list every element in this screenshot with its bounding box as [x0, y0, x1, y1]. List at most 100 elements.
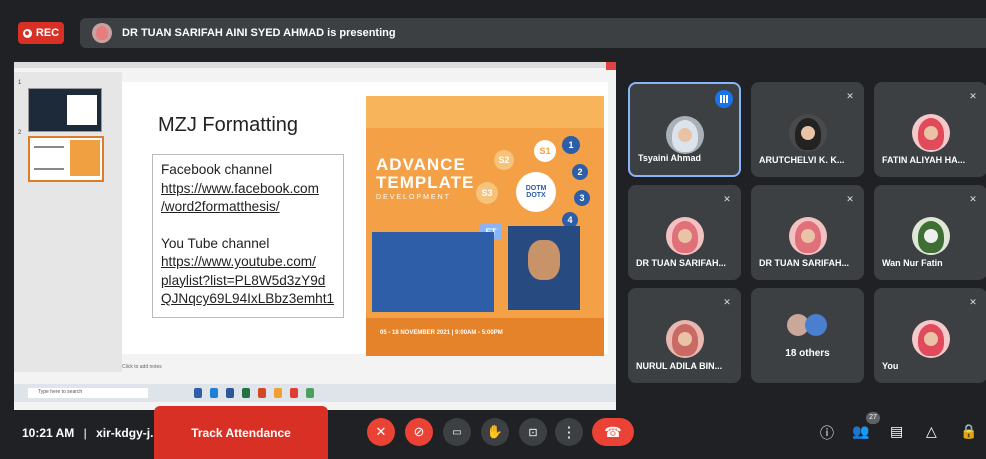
participant-tile-self[interactable]: ✕ You — [874, 288, 986, 383]
slide-thumbnail-pane: 1 2 — [14, 72, 122, 372]
yt-link-line-3: QJNqcy69L94IxLBbz3emht1 — [161, 291, 335, 306]
current-slide: MZJ Formatting Facebook channel https://… — [122, 82, 608, 356]
poster-title: ADVANCE TEMPLATE — [376, 156, 474, 192]
end-call-icon[interactable]: ☎ — [592, 418, 634, 446]
participant-tile-others[interactable]: 18 others — [751, 288, 864, 383]
activities-icon[interactable]: △ — [926, 423, 937, 440]
taskbar-app-icon — [306, 388, 314, 398]
avatar — [665, 116, 704, 154]
yt-link-line-2: playlist?list=PL8W5d3zY9d — [161, 272, 326, 288]
avatar — [788, 217, 827, 255]
captions-icon[interactable]: ▭ — [443, 418, 471, 446]
taskbar-app-icon — [290, 388, 298, 398]
course-poster: ADVANCE TEMPLATE DEVELOPMENT S1 S2 S3 DO… — [366, 96, 604, 356]
participant-tile[interactable]: ✕ FATIN ALIYAH HA... — [874, 82, 986, 177]
taskbar-search: Type here to search — [28, 388, 148, 398]
notes-placeholder: Click to add notes — [122, 364, 162, 370]
people-count-badge: 27 — [866, 412, 880, 424]
thumb-number: 1 — [18, 80, 22, 86]
participant-name: You — [882, 361, 899, 371]
poster-badge-s2: S2 — [494, 150, 514, 170]
mic-off-icon[interactable]: ✕ — [367, 418, 395, 446]
taskbar-app-icon — [274, 388, 282, 398]
meeting-code: xir-kdgy-j... — [96, 426, 161, 440]
taskbar-app-icon — [242, 388, 250, 398]
mic-muted-icon: ✕ — [969, 91, 977, 101]
poster-badge-dotm: DOTM DOTX — [516, 172, 556, 212]
poster-num-3: 3 — [574, 190, 590, 206]
people-icon[interactable]: 👥 — [852, 423, 869, 440]
window-titlebar — [14, 62, 616, 68]
thumb-number: 2 — [18, 130, 22, 136]
mic-muted-icon: ✕ — [723, 297, 731, 307]
mic-muted-icon: ✕ — [969, 194, 977, 204]
rec-label: REC — [35, 27, 60, 39]
poster-description-box — [372, 232, 494, 312]
avatar — [805, 314, 827, 336]
speaker-photo — [508, 226, 580, 310]
fb-link-line-1: https://www.facebook.com — [161, 180, 319, 196]
participant-name: NURUL ADILA BIN... — [636, 361, 723, 371]
mic-muted-icon: ✕ — [846, 194, 854, 204]
taskbar-app-icon — [258, 388, 266, 398]
poster-num-2: 2 — [572, 164, 588, 180]
participant-tile[interactable]: ✕ ARUTCHELVI K. K... — [751, 82, 864, 177]
poster-badge-s1: S1 — [534, 140, 556, 162]
participant-name: Wan Nur Fatin — [882, 258, 943, 268]
taskbar-app-icon — [210, 388, 218, 398]
poster-badge-s3: S3 — [476, 182, 498, 204]
fb-label: Facebook channel — [161, 162, 273, 177]
participant-name: DR TUAN SARIFAH... — [759, 258, 849, 268]
mic-muted-icon: ✕ — [723, 194, 731, 204]
meeting-info: 10:21 AM | xir-kdgy-j... — [22, 426, 160, 440]
poster-date: 05 - 18 NOVEMBER 2021 | 9:00AM - 5:00PM — [380, 330, 503, 336]
yt-link-line-1: https://www.youtube.com/ — [161, 254, 316, 269]
close-icon — [606, 62, 616, 70]
avatar — [911, 320, 950, 358]
track-attendance-button[interactable]: Track Attendance — [154, 406, 328, 459]
others-count-label: 18 others — [785, 348, 830, 359]
avatar — [665, 320, 704, 358]
taskbar-search-placeholder: Type here to search — [38, 389, 83, 395]
avatar — [665, 217, 704, 255]
slide-thumbnail-1 — [28, 88, 102, 132]
presenter-avatar — [92, 23, 112, 43]
info-icon[interactable]: ⓘ — [820, 423, 834, 443]
taskbar-app-icon — [194, 388, 202, 398]
slide-thumbnail-2 — [28, 136, 104, 182]
participant-tile[interactable]: ✕ NURUL ADILA BIN... — [628, 288, 741, 383]
mic-muted-icon: ✕ — [846, 91, 854, 101]
speaking-indicator-icon — [715, 90, 733, 108]
dotx-label: DOTX — [526, 192, 546, 199]
mic-muted-icon: ✕ — [969, 297, 977, 307]
separator: | — [83, 426, 87, 440]
more-options-icon[interactable]: ⋮ — [555, 418, 583, 446]
poster-num-1: 1 — [562, 136, 580, 154]
participant-name: DR TUAN SARIFAH... — [636, 258, 726, 268]
participant-tile[interactable]: ✕ DR TUAN SARIFAH... — [751, 185, 864, 280]
presenting-text: DR TUAN SARIFAH AINI SYED AHMAD is prese… — [122, 27, 396, 39]
participant-tile[interactable]: ✕ DR TUAN SARIFAH... — [628, 185, 741, 280]
camera-off-icon[interactable]: ⊘ — [405, 418, 433, 446]
chat-icon[interactable]: ▤ — [890, 423, 903, 440]
poster-footer — [366, 318, 604, 356]
record-icon — [22, 28, 32, 38]
host-controls-icon[interactable]: 🔒 — [960, 423, 977, 440]
windows-taskbar: Type here to search — [14, 384, 616, 402]
poster-header — [366, 96, 604, 128]
avatar — [788, 114, 827, 152]
participant-name: ARUTCHELVI K. K... — [759, 155, 845, 165]
clock-time: 10:21 AM — [22, 426, 75, 440]
dotm-label: DOTM — [525, 185, 547, 192]
presentation-window: 1 2 MZJ Formatting Facebook channel http… — [14, 62, 616, 410]
raise-hand-icon[interactable]: ✋ — [481, 418, 509, 446]
avatar — [911, 217, 950, 255]
fb-link-line-2: /word2formatthesis/ — [161, 199, 280, 214]
participant-tile[interactable]: Tsyaini Ahmad — [628, 82, 741, 177]
slide-title: MZJ Formatting — [158, 114, 299, 136]
recording-badge[interactable]: REC — [18, 22, 64, 44]
present-icon[interactable]: ⊡ — [519, 418, 547, 446]
participant-name: FATIN ALIYAH HA... — [882, 155, 966, 165]
participant-tile[interactable]: ✕ Wan Nur Fatin — [874, 185, 986, 280]
poster-subtitle: DEVELOPMENT — [376, 194, 451, 201]
